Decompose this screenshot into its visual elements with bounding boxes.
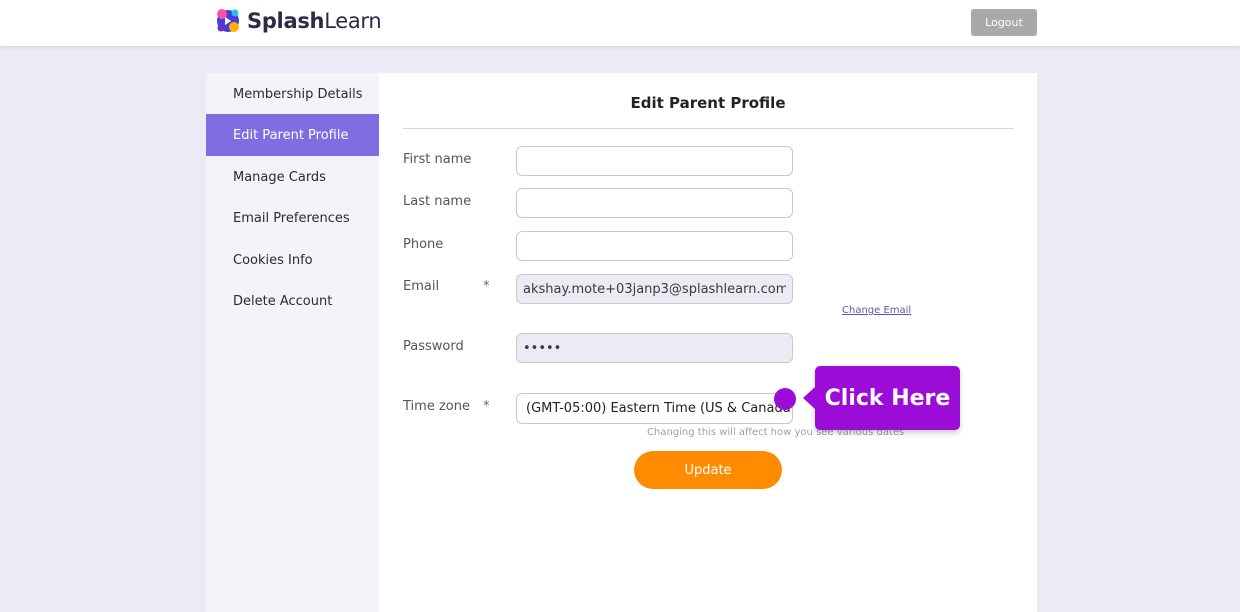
sidebar-item-email-preferences[interactable]: Email Preferences: [206, 197, 379, 239]
first-name-label: First name: [403, 152, 472, 167]
sidebar-item-membership-details[interactable]: Membership Details: [206, 73, 379, 115]
phone-label: Phone: [403, 237, 444, 252]
password-label: Password: [403, 339, 464, 354]
last-name-field[interactable]: [516, 188, 793, 218]
profile-panel: Membership Details Edit Parent Profile M…: [206, 73, 1037, 612]
sidebar-item-edit-parent-profile[interactable]: Edit Parent Profile: [206, 114, 379, 156]
first-name-field[interactable]: [516, 146, 793, 176]
email-label: Email: [403, 279, 440, 294]
timezone-label: Time zone: [403, 399, 470, 414]
timezone-select[interactable]: (GMT-05:00) Eastern Time (US & Canada): [516, 393, 793, 424]
phone-field[interactable]: [516, 231, 793, 261]
page-title: Edit Parent Profile: [630, 94, 786, 112]
sidebar: Membership Details Edit Parent Profile M…: [206, 73, 379, 612]
last-name-label: Last name: [403, 194, 472, 209]
top-bar: SplashLearn Logout: [0, 0, 1240, 46]
click-here-callout: Click Here: [803, 366, 960, 430]
sidebar-item-manage-cards[interactable]: Manage Cards: [206, 156, 379, 198]
splashlearn-logo[interactable]: SplashLearn: [212, 5, 382, 37]
change-email-link[interactable]: Change Email: [842, 305, 911, 316]
update-button[interactable]: Update: [634, 451, 782, 489]
highlight-dot: [774, 388, 796, 410]
logo-icon: [217, 9, 239, 32]
sidebar-item-delete-account[interactable]: Delete Account: [206, 280, 379, 322]
logout-button[interactable]: Logout: [971, 9, 1037, 36]
email-field[interactable]: [516, 274, 793, 304]
title-divider: [403, 128, 1014, 129]
sidebar-item-cookies-info[interactable]: Cookies Info: [206, 239, 379, 281]
logo-text: SplashLearn: [247, 9, 382, 33]
password-field[interactable]: [516, 333, 793, 363]
timezone-required-mark: *: [483, 399, 490, 414]
email-required-mark: *: [483, 279, 490, 294]
